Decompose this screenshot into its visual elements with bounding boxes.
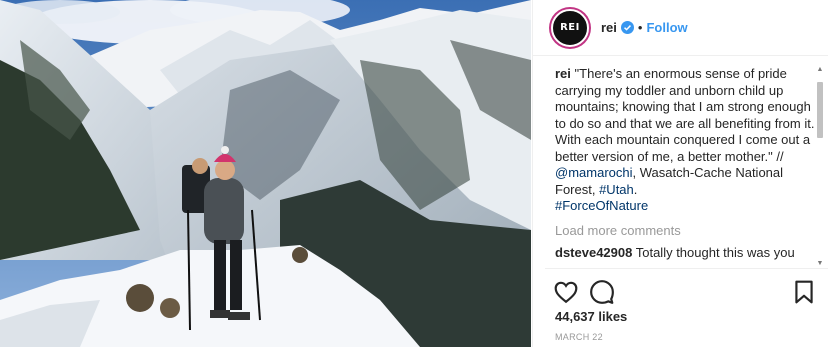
post-date[interactable]: MARCH 22: [555, 332, 603, 342]
scroll-up-icon[interactable]: ▲: [816, 66, 824, 74]
comment-text: Totally thought this was you: [635, 245, 795, 260]
scroll-down-icon[interactable]: ▼: [816, 260, 824, 268]
separator-dot: •: [637, 20, 643, 35]
comment-username[interactable]: dsteve42908: [555, 245, 632, 260]
caption-period: .: [633, 181, 638, 197]
username[interactable]: rei: [601, 20, 617, 35]
load-more-comments[interactable]: Load more comments: [555, 223, 817, 240]
avatar-logo: REI: [560, 22, 580, 33]
bookmark-icon[interactable]: [791, 279, 817, 305]
post-header: REI rei • Follow: [533, 0, 828, 56]
caption-mention[interactable]: @mamarochi: [555, 165, 633, 180]
comment-icon[interactable]: [589, 279, 615, 305]
post-side-panel: REI rei • Follow rei "There's an enormou…: [532, 0, 828, 347]
mountain-hiker-photo: [0, 0, 531, 347]
avatar[interactable]: REI: [551, 8, 589, 47]
caption-text: "There's an enormous sense of pride carr…: [555, 66, 815, 164]
hashtag-force-of-nature[interactable]: #ForceOfNature: [555, 198, 648, 213]
likes-count[interactable]: 44,637 likes: [555, 309, 627, 324]
comment-item: dsteve42908 Totally thought this was you: [555, 245, 817, 262]
post-photo[interactable]: [0, 0, 531, 347]
verified-badge-icon: [620, 21, 634, 34]
hashtag-utah[interactable]: #Utah: [599, 182, 634, 197]
caption: rei "There's an enormous sense of pride …: [555, 66, 817, 215]
comments-scrollbar[interactable]: ▲ ▼: [816, 66, 824, 268]
scroll-thumb[interactable]: [817, 82, 823, 138]
action-bar: [545, 268, 828, 308]
follow-button[interactable]: Follow: [646, 20, 687, 35]
heart-icon[interactable]: [553, 279, 579, 305]
comments-area: rei "There's an enormous sense of pride …: [555, 66, 817, 268]
caption-username[interactable]: rei: [555, 66, 571, 81]
